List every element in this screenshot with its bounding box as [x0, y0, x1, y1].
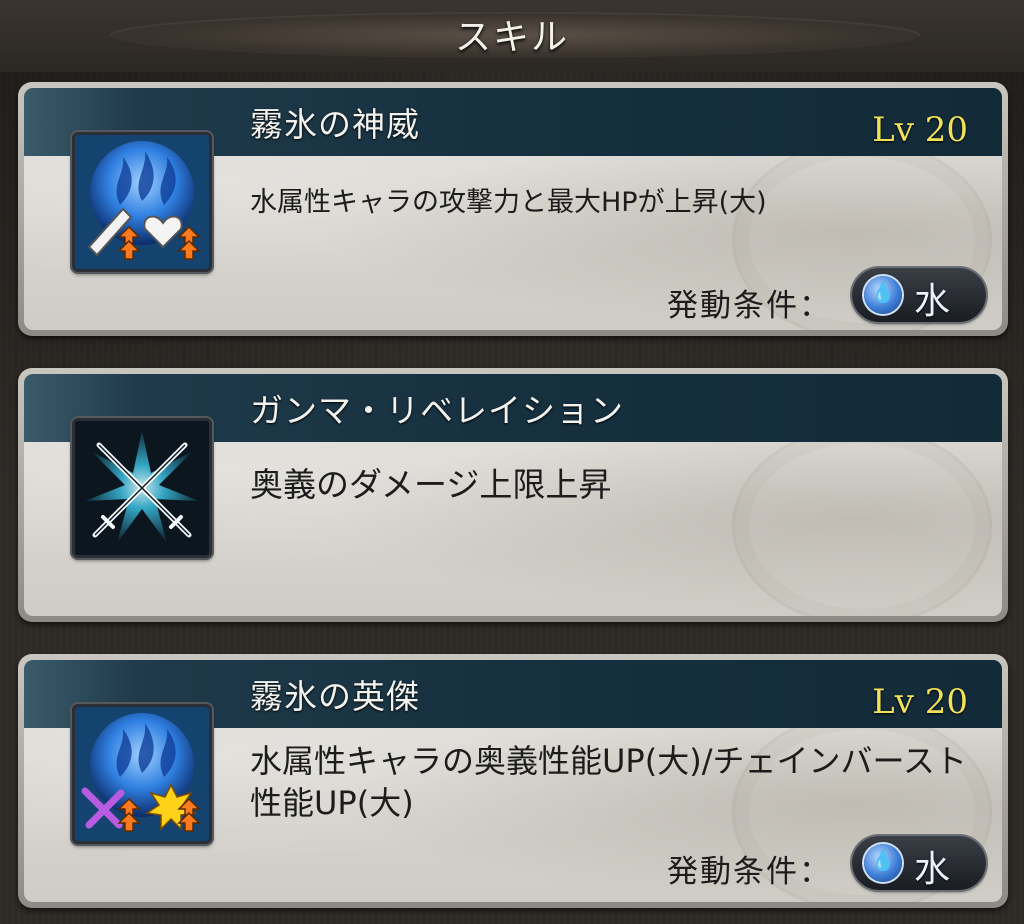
- skill-level: Lv 20: [872, 110, 968, 150]
- water-drop-icon: 💧: [864, 844, 902, 882]
- condition-element: 水: [914, 849, 951, 890]
- condition-label: 発動条件：: [667, 288, 832, 324]
- skill-name: ガンマ・リベレイション: [250, 391, 624, 430]
- condition-element: 水: [914, 281, 951, 322]
- skill-card-3[interactable]: 霧氷の英傑 Lv 20 水属性キャラの奥義性能UP(大)/チェインバースト性能U…: [18, 654, 1008, 908]
- skill-name: 霧氷の神威: [250, 105, 420, 144]
- water-atk-hp-up-icon: [72, 132, 212, 272]
- water-ougi-chain-up-icon: [72, 704, 212, 844]
- skill-description: 水属性キャラの奥義性能UP(大)/チェインバースト性能UP(大): [250, 742, 967, 822]
- water-drop-icon: 💧: [864, 276, 902, 314]
- page-title: スキル: [454, 17, 569, 58]
- crossed-swords-icon: [72, 418, 212, 558]
- condition-label: 発動条件：: [667, 854, 832, 890]
- skill-card-1[interactable]: 霧氷の神威 Lv 20 水属性キャラの攻撃力と最大HPが上昇(大) 発動条件： …: [18, 82, 1008, 336]
- condition-badge: 💧 水: [852, 268, 986, 322]
- skill-description: 奥義のダメージ上限上昇: [250, 465, 612, 504]
- skill-card-2[interactable]: ガンマ・リベレイション 奥義のダメージ上限上昇: [18, 368, 1008, 622]
- condition-badge: 💧 水: [852, 836, 986, 890]
- section-header: スキル: [0, 0, 1024, 72]
- skill-level: Lv 20: [872, 682, 968, 722]
- skill-name: 霧氷の英傑: [250, 677, 420, 716]
- skill-description: 水属性キャラの攻撃力と最大HPが上昇(大): [250, 187, 767, 218]
- background-ornament: [732, 426, 992, 616]
